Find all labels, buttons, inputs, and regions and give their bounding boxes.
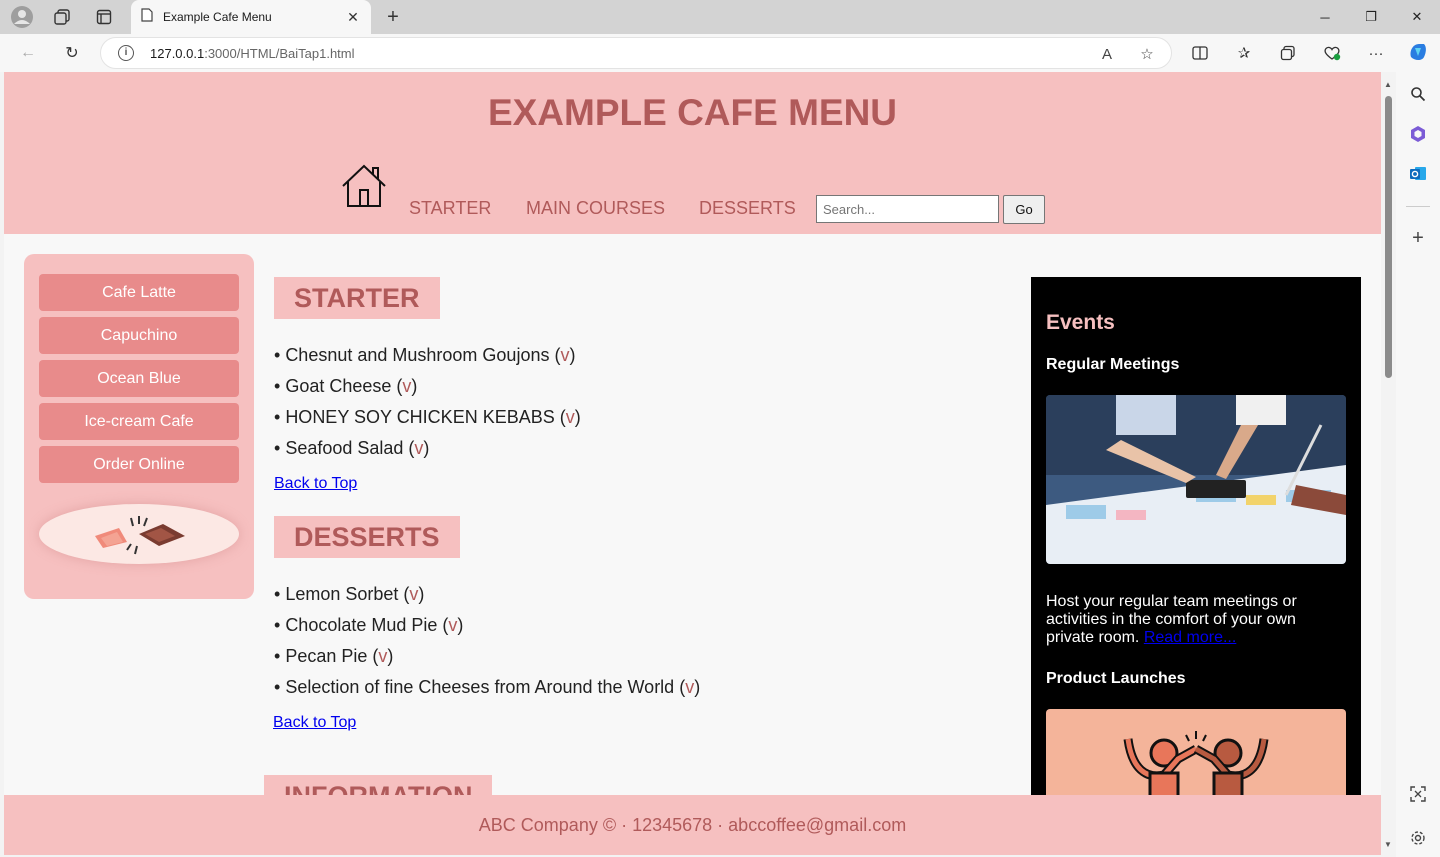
favorites-icon[interactable]: ✰ [1232, 41, 1256, 65]
section-heading-desserts: DESSERTS [274, 516, 460, 558]
sidebar-divider [1406, 206, 1430, 207]
item-name: Chesnut and Mushroom Goujons [285, 345, 550, 365]
page-scrollbar[interactable]: ▲ ▼ [1381, 72, 1396, 855]
search-icon[interactable] [1406, 82, 1430, 106]
page-viewport: EXAMPLE CAFE MENU STARTER MAIN COURSES D… [4, 72, 1381, 855]
scroll-down-arrow-icon[interactable]: ▼ [1384, 840, 1392, 849]
url-path: :3000/HTML/BaiTap1.html [204, 46, 355, 61]
site-footer: ABC Company © · 12345678 · abccoffee@gma… [4, 795, 1381, 855]
favorite-star-icon[interactable]: ☆ [1136, 43, 1158, 65]
browser-toolbar: ← ↻ i 127.0.0.1:3000/HTML/BaiTap1.html A… [0, 34, 1440, 72]
url-text[interactable]: 127.0.0.1:3000/HTML/BaiTap1.html [150, 46, 355, 61]
back-to-top-link[interactable]: Back to Top [273, 714, 356, 732]
item-name: Selection of fine Cheeses from Around th… [285, 677, 675, 697]
sidebar-button-capuchino[interactable]: Capuchino [39, 317, 239, 354]
item-link[interactable]: v [685, 677, 694, 697]
menu-item: • HONEY SOY CHICKEN KEBABS (v) [274, 407, 581, 427]
sidebar-button-ocean-blue[interactable]: Ocean Blue [39, 360, 239, 397]
refresh-icon[interactable]: ↻ [60, 41, 84, 65]
regular-meetings-title: Regular Meetings [1046, 356, 1180, 373]
item-name: Pecan Pie [285, 646, 368, 666]
edge-sidebar: + [1396, 34, 1440, 857]
browser-titlebar: Example Cafe Menu ✕ + ─ ❐ ✕ [0, 0, 1440, 34]
sidebar-button-cafe-latte[interactable]: Cafe Latte [39, 274, 239, 311]
restore-button[interactable]: ❐ [1351, 4, 1391, 30]
sidebar-button-ice-cream-cafe[interactable]: Ice-cream Cafe [39, 403, 239, 440]
meeting-photo [1046, 395, 1346, 564]
search-input[interactable] [816, 195, 999, 223]
nav-starter[interactable]: STARTER [409, 198, 491, 219]
back-arrow-icon[interactable]: ← [16, 41, 40, 65]
read-more-link[interactable]: Read more... [1144, 629, 1236, 646]
menu-item: • Lemon Sorbet (v) [274, 584, 425, 604]
menu-item: • Pecan Pie (v) [274, 646, 394, 666]
events-title: Events [1046, 311, 1115, 334]
item-link[interactable]: v [414, 438, 423, 458]
item-link[interactable]: v [402, 376, 411, 396]
screenshot-icon[interactable] [1406, 782, 1430, 806]
item-link[interactable]: v [378, 646, 387, 666]
site-info-icon[interactable]: i [118, 45, 134, 61]
workspaces-icon[interactable] [50, 5, 74, 29]
minimize-button[interactable]: ─ [1305, 4, 1345, 30]
item-link[interactable]: v [560, 345, 569, 365]
item-name: Lemon Sorbet [285, 584, 399, 604]
site-header: EXAMPLE CAFE MENU STARTER MAIN COURSES D… [4, 72, 1381, 234]
home-icon[interactable] [340, 162, 390, 212]
product-launches-title: Product Launches [1046, 670, 1186, 687]
new-tab-button[interactable]: + [381, 5, 405, 29]
page-title: EXAMPLE CAFE MENU [487, 92, 898, 133]
settings-gear-icon[interactable] [1406, 826, 1430, 850]
events-panel: Events Regular Meetings Host your regula… [1031, 277, 1361, 849]
more-menu-icon[interactable]: ··· [1364, 41, 1388, 65]
tab-actions-icon[interactable] [92, 5, 116, 29]
left-sidebar: Cafe Latte Capuchino Ocean Blue Ice-crea… [24, 254, 254, 599]
address-bar[interactable]: i 127.0.0.1:3000/HTML/BaiTap1.html A ☆ [100, 37, 1172, 69]
item-link[interactable]: v [448, 615, 457, 635]
item-link[interactable]: v [409, 584, 418, 604]
item-name: Chocolate Mud Pie [285, 615, 438, 635]
tab-title: Example Cafe Menu [163, 10, 272, 24]
chocolate-image [39, 504, 239, 564]
back-to-top-link[interactable]: Back to Top [274, 475, 357, 493]
sidebar-button-order-online[interactable]: Order Online [39, 446, 239, 483]
menu-item: • Chesnut and Mushroom Goujons (v) [274, 345, 576, 365]
url-host: 127.0.0.1 [150, 46, 205, 61]
regular-meetings-text: Host your regular team meetings or activ… [1046, 593, 1346, 647]
item-name: Seafood Salad [285, 438, 404, 458]
menu-item: • Selection of fine Cheeses from Around … [274, 677, 701, 697]
item-name: HONEY SOY CHICKEN KEBABS [285, 407, 555, 427]
go-button[interactable]: Go [1003, 195, 1045, 224]
menu-item: • Seafood Salad (v) [274, 438, 430, 458]
copilot-icon[interactable] [1406, 40, 1430, 64]
collections-icon[interactable] [1276, 41, 1300, 65]
close-window-button[interactable]: ✕ [1397, 4, 1437, 30]
menu-item: • Chocolate Mud Pie (v) [274, 615, 464, 635]
read-aloud-icon[interactable]: A [1096, 43, 1118, 65]
split-screen-icon[interactable] [1188, 41, 1212, 65]
nav-main-courses[interactable]: MAIN COURSES [526, 198, 665, 219]
scroll-up-arrow-icon[interactable]: ▲ [1384, 80, 1392, 89]
browser-essentials-icon[interactable] [1320, 41, 1344, 65]
section-heading-starter: STARTER [274, 277, 440, 319]
add-sidebar-app-icon[interactable]: + [1406, 226, 1430, 250]
item-link[interactable]: v [566, 407, 575, 427]
menu-item: • Goat Cheese (v) [274, 376, 418, 396]
profile-icon[interactable] [10, 5, 34, 29]
scroll-thumb[interactable] [1385, 96, 1392, 378]
nav-desserts[interactable]: DESSERTS [699, 198, 796, 219]
office-icon[interactable] [1406, 122, 1430, 146]
page-icon [141, 7, 153, 27]
item-name: Goat Cheese [285, 376, 392, 396]
tab-close-icon[interactable]: ✕ [343, 9, 363, 26]
tab-active[interactable]: Example Cafe Menu ✕ [131, 0, 371, 34]
outlook-icon[interactable] [1406, 162, 1430, 186]
